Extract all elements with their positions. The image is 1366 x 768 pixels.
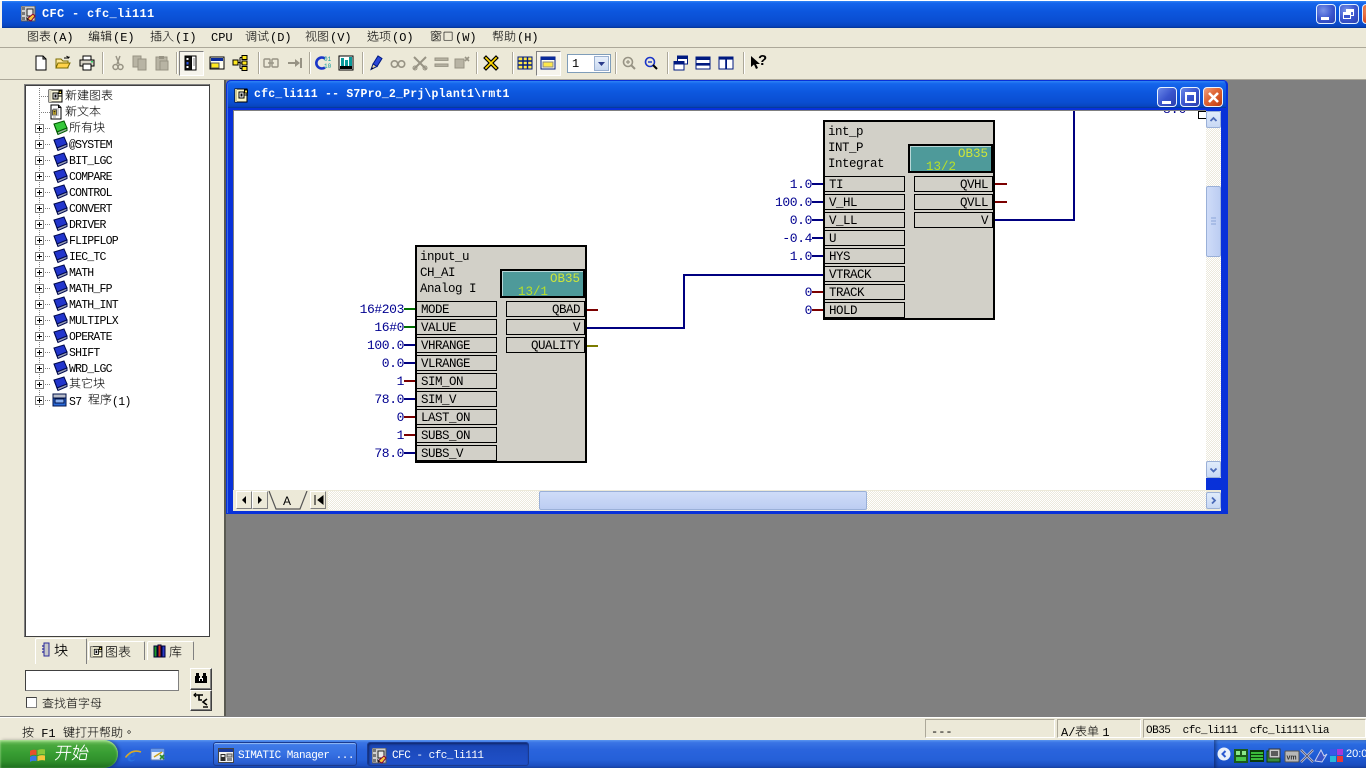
- svg-text:A: A: [283, 494, 291, 508]
- svg-text:01: 01: [324, 56, 331, 63]
- svg-text:vm: vm: [1287, 755, 1297, 762]
- svg-text:e: e: [127, 747, 136, 764]
- svg-text:10: 10: [324, 63, 331, 70]
